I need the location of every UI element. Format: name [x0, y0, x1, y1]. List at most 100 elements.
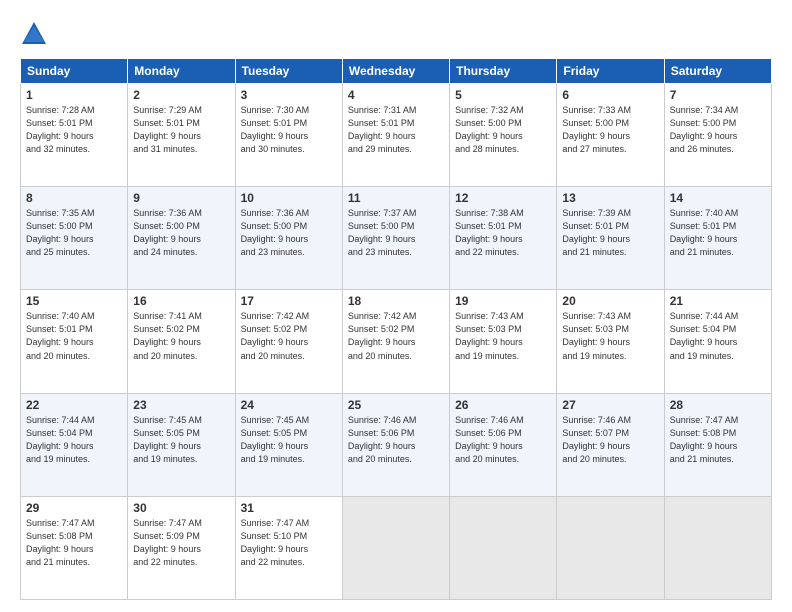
logo — [20, 20, 54, 48]
day-info: Sunrise: 7:42 AMSunset: 5:02 PMDaylight:… — [348, 310, 444, 362]
table-row — [557, 496, 664, 599]
day-info: Sunrise: 7:36 AMSunset: 5:00 PMDaylight:… — [133, 207, 229, 259]
table-row: 24 Sunrise: 7:45 AMSunset: 5:05 PMDayligh… — [235, 393, 342, 496]
calendar-week-row: 15 Sunrise: 7:40 AMSunset: 5:01 PMDayligh… — [21, 290, 772, 393]
day-number: 30 — [133, 501, 229, 515]
table-row: 4 Sunrise: 7:31 AMSunset: 5:01 PMDaylight… — [342, 84, 449, 187]
day-info: Sunrise: 7:29 AMSunset: 5:01 PMDaylight:… — [133, 104, 229, 156]
table-row: 23 Sunrise: 7:45 AMSunset: 5:05 PMDayligh… — [128, 393, 235, 496]
table-row: 18 Sunrise: 7:42 AMSunset: 5:02 PMDayligh… — [342, 290, 449, 393]
day-number: 19 — [455, 294, 551, 308]
day-number: 13 — [562, 191, 658, 205]
day-number: 10 — [241, 191, 337, 205]
table-row: 6Sunrise: 7:33 AMSunset: 5:00 PMDaylight… — [557, 84, 664, 187]
calendar-header-row: Sunday Monday Tuesday Wednesday Thursday… — [21, 59, 772, 84]
table-row: 7 Sunrise: 7:34 AMSunset: 5:00 PMDaylight… — [664, 84, 771, 187]
day-number: 23 — [133, 398, 229, 412]
day-info: Sunrise: 7:45 AMSunset: 5:05 PMDaylight:… — [133, 414, 229, 466]
day-info: Sunrise: 7:41 AMSunset: 5:02 PMDaylight:… — [133, 310, 229, 362]
table-row: 17Sunrise: 7:42 AMSunset: 5:02 PMDayligh… — [235, 290, 342, 393]
col-tuesday: Tuesday — [235, 59, 342, 84]
day-number: 31 — [241, 501, 337, 515]
day-info: Sunrise: 7:47 AMSunset: 5:08 PMDaylight:… — [670, 414, 766, 466]
col-thursday: Thursday — [450, 59, 557, 84]
day-number: 1 — [26, 88, 122, 102]
day-info: Sunrise: 7:40 AMSunset: 5:01 PMDaylight:… — [26, 310, 122, 362]
table-row: 15 Sunrise: 7:40 AMSunset: 5:01 PMDayligh… — [21, 290, 128, 393]
day-info: Sunrise: 7:46 AMSunset: 5:07 PMDaylight:… — [562, 414, 658, 466]
day-number: 5 — [455, 88, 551, 102]
day-number: 16 — [133, 294, 229, 308]
day-number: 18 — [348, 294, 444, 308]
calendar-week-row: 1Sunrise: 7:28 AMSunset: 5:01 PMDaylight… — [21, 84, 772, 187]
day-info: Sunrise: 7:34 AMSunset: 5:00 PMDaylight:… — [670, 104, 766, 156]
day-info: Sunrise: 7:44 AMSunset: 5:04 PMDaylight:… — [26, 414, 122, 466]
day-number: 12 — [455, 191, 551, 205]
table-row: 29 Sunrise: 7:47 AMSunset: 5:08 PMDayligh… — [21, 496, 128, 599]
day-info: Sunrise: 7:39 AMSunset: 5:01 PMDaylight:… — [562, 207, 658, 259]
day-number: 7 — [670, 88, 766, 102]
day-info: Sunrise: 7:30 AMSunset: 5:01 PMDaylight:… — [241, 104, 337, 156]
day-number: 21 — [670, 294, 766, 308]
header — [20, 16, 772, 48]
table-row: 27 Sunrise: 7:46 AMSunset: 5:07 PMDayligh… — [557, 393, 664, 496]
table-row: 14 Sunrise: 7:40 AMSunset: 5:01 PMDayligh… — [664, 187, 771, 290]
col-monday: Monday — [128, 59, 235, 84]
table-row: 5 Sunrise: 7:32 AMSunset: 5:00 PMDaylight… — [450, 84, 557, 187]
day-info: Sunrise: 7:31 AMSunset: 5:01 PMDaylight:… — [348, 104, 444, 156]
table-row — [664, 496, 771, 599]
table-row: 19Sunrise: 7:43 AMSunset: 5:03 PMDayligh… — [450, 290, 557, 393]
logo-icon — [20, 20, 48, 48]
table-row: 9 Sunrise: 7:36 AMSunset: 5:00 PMDaylight… — [128, 187, 235, 290]
day-info: Sunrise: 7:32 AMSunset: 5:00 PMDaylight:… — [455, 104, 551, 156]
day-number: 4 — [348, 88, 444, 102]
day-number: 2 — [133, 88, 229, 102]
table-row — [450, 496, 557, 599]
table-row: 30 Sunrise: 7:47 AMSunset: 5:09 PMDayligh… — [128, 496, 235, 599]
day-number: 22 — [26, 398, 122, 412]
day-number: 9 — [133, 191, 229, 205]
day-number: 3 — [241, 88, 337, 102]
day-number: 26 — [455, 398, 551, 412]
day-number: 27 — [562, 398, 658, 412]
table-row: 1Sunrise: 7:28 AMSunset: 5:01 PMDaylight… — [21, 84, 128, 187]
table-row: 11 Sunrise: 7:37 AMSunset: 5:00 PMDayligh… — [342, 187, 449, 290]
day-number: 20 — [562, 294, 658, 308]
day-info: Sunrise: 7:45 AMSunset: 5:05 PMDaylight:… — [241, 414, 337, 466]
col-sunday: Sunday — [21, 59, 128, 84]
day-info: Sunrise: 7:44 AMSunset: 5:04 PMDaylight:… — [670, 310, 766, 362]
table-row: 2 Sunrise: 7:29 AMSunset: 5:01 PMDaylight… — [128, 84, 235, 187]
day-number: 29 — [26, 501, 122, 515]
day-info: Sunrise: 7:47 AMSunset: 5:10 PMDaylight:… — [241, 517, 337, 569]
table-row: 10 Sunrise: 7:36 AMSunset: 5:00 PMDayligh… — [235, 187, 342, 290]
calendar: Sunday Monday Tuesday Wednesday Thursday… — [20, 58, 772, 600]
day-info: Sunrise: 7:33 AMSunset: 5:00 PMDaylight:… — [562, 104, 658, 156]
table-row: 22 Sunrise: 7:44 AMSunset: 5:04 PMDayligh… — [21, 393, 128, 496]
day-number: 28 — [670, 398, 766, 412]
table-row: 26Sunrise: 7:46 AMSunset: 5:06 PMDayligh… — [450, 393, 557, 496]
col-wednesday: Wednesday — [342, 59, 449, 84]
day-info: Sunrise: 7:35 AMSunset: 5:00 PMDaylight:… — [26, 207, 122, 259]
table-row: 8Sunrise: 7:35 AMSunset: 5:00 PMDaylight… — [21, 187, 128, 290]
day-info: Sunrise: 7:47 AMSunset: 5:08 PMDaylight:… — [26, 517, 122, 569]
table-row — [342, 496, 449, 599]
day-number: 24 — [241, 398, 337, 412]
day-number: 14 — [670, 191, 766, 205]
day-info: Sunrise: 7:47 AMSunset: 5:09 PMDaylight:… — [133, 517, 229, 569]
table-row: 25 Sunrise: 7:46 AMSunset: 5:06 PMDayligh… — [342, 393, 449, 496]
calendar-week-row: 8Sunrise: 7:35 AMSunset: 5:00 PMDaylight… — [21, 187, 772, 290]
calendar-week-row: 22 Sunrise: 7:44 AMSunset: 5:04 PMDayligh… — [21, 393, 772, 496]
day-info: Sunrise: 7:38 AMSunset: 5:01 PMDaylight:… — [455, 207, 551, 259]
day-number: 15 — [26, 294, 122, 308]
day-number: 17 — [241, 294, 337, 308]
calendar-week-row: 29 Sunrise: 7:47 AMSunset: 5:08 PMDayligh… — [21, 496, 772, 599]
col-saturday: Saturday — [664, 59, 771, 84]
day-info: Sunrise: 7:37 AMSunset: 5:00 PMDaylight:… — [348, 207, 444, 259]
day-info: Sunrise: 7:36 AMSunset: 5:00 PMDaylight:… — [241, 207, 337, 259]
day-number: 25 — [348, 398, 444, 412]
day-number: 11 — [348, 191, 444, 205]
table-row: 16 Sunrise: 7:41 AMSunset: 5:02 PMDayligh… — [128, 290, 235, 393]
day-info: Sunrise: 7:46 AMSunset: 5:06 PMDaylight:… — [348, 414, 444, 466]
page: Sunday Monday Tuesday Wednesday Thursday… — [0, 0, 792, 612]
day-info: Sunrise: 7:40 AMSunset: 5:01 PMDaylight:… — [670, 207, 766, 259]
